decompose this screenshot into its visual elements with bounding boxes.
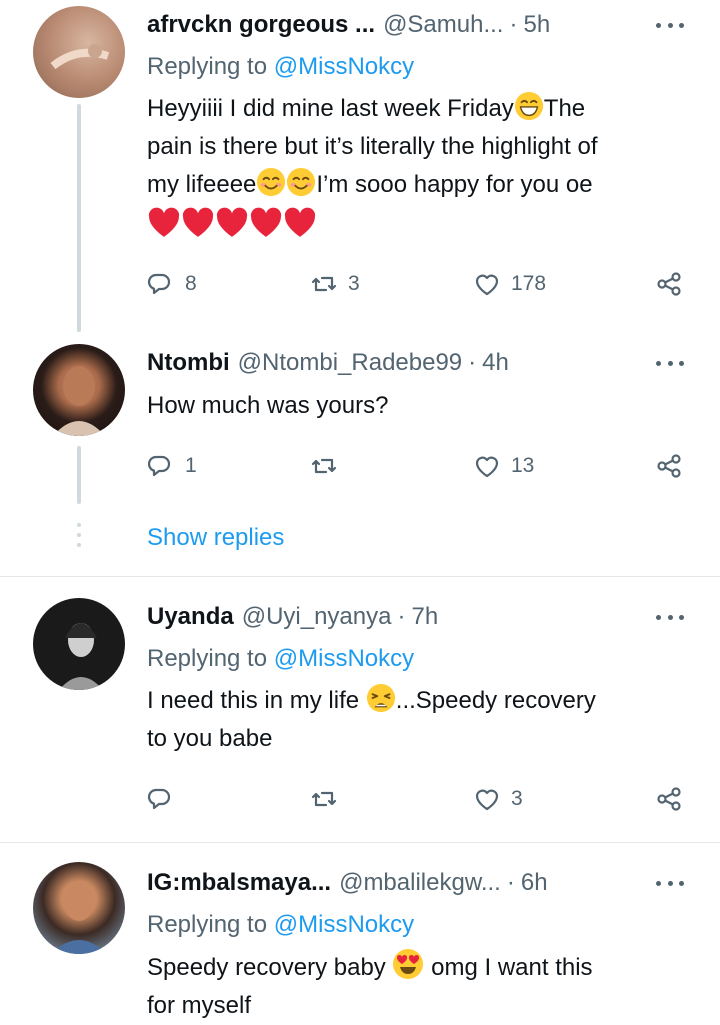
like-button[interactable]: 178 [473,267,546,301]
reply-icon [147,455,171,477]
user-handle[interactable]: @Samuh... [383,11,503,39]
user-handle[interactable]: @mbalilekgw... [339,869,501,897]
show-replies-link[interactable]: Show replies [147,524,284,552]
timestamp[interactable]: 7h [411,603,438,631]
share-button[interactable] [655,449,683,483]
share-button[interactable] [655,267,683,301]
heart-icon [475,456,499,478]
more-icon[interactable] [656,878,684,888]
retweet-count: 3 [348,272,360,295]
more-icon[interactable] [656,612,684,622]
reply-count: 1 [185,454,197,477]
replying-to: Replying to @MissNokcy [147,53,415,80]
tweet-text: Speedy recovery baby omg I want this for… [147,948,692,1025]
reply-icon [147,788,171,810]
divider [0,842,720,843]
user-handle[interactable]: @Ntombi_Radebe99 [238,349,463,377]
replying-to: Replying to @MissNokcy [147,645,415,672]
tweet-header: afrvckn gorgeous ... @Samuh... · 5h [147,11,551,39]
red-heart-emoji [182,207,214,237]
more-icon[interactable] [656,358,684,368]
share-icon [657,454,681,478]
like-button[interactable]: 3 [473,782,523,816]
thread-continuation [77,523,81,553]
grinning-sweat-emoji [513,91,544,121]
tweet-text: How much was yours? [147,392,389,419]
retweet-icon [311,791,337,807]
tweet-header: Uyanda @Uyi_nyanya · 7h [147,603,439,631]
share-button[interactable] [655,782,683,816]
like-count: 13 [511,454,535,477]
tweet-text: Heyyiiii I did mine last week Friday The … [147,90,692,247]
retweet-button[interactable]: 3 [310,267,360,301]
reply-icon [147,273,171,295]
timestamp[interactable]: 4h [482,349,509,377]
heart-icon [475,789,499,811]
display-name[interactable]: IG:mbalsmaya... [147,869,331,897]
heart-icon [475,274,499,296]
like-button[interactable]: 13 [473,449,534,483]
like-count: 178 [511,272,547,295]
timestamp[interactable]: 5h [523,11,550,39]
avatar[interactable] [33,598,125,690]
user-handle[interactable]: @Uyi_nyanya [242,603,392,631]
like-count: 3 [511,787,523,810]
divider [0,576,720,577]
thread-line [77,104,81,332]
reply-button[interactable] [147,782,185,816]
replying-to: Replying to @MissNokcy [147,911,415,938]
tweet-text: I need this in my life ...Speedy recover… [147,682,692,758]
weary-emoji [365,683,396,713]
tweet-actions: 8 3 178 [147,267,687,301]
display-name[interactable]: Ntombi [147,349,230,377]
timestamp[interactable]: 6h [521,869,548,897]
red-heart-emoji [216,207,248,237]
reply-count: 8 [185,272,197,295]
reply-button[interactable]: 8 [147,267,197,301]
share-icon [657,272,681,296]
reply-button[interactable]: 1 [147,449,197,483]
tweet-actions: 3 [147,782,687,816]
share-icon [657,787,681,811]
red-heart-emoji [148,207,180,237]
tweet-header: IG:mbalsmaya... @mbalilekgw... · 6h [147,869,548,897]
smiling-blush-emoji [256,167,287,197]
more-icon[interactable] [656,20,684,30]
retweet-icon [311,458,337,474]
mention-link[interactable]: @MissNokcy [274,911,414,938]
mention-link[interactable]: @MissNokcy [274,645,414,672]
mention-link[interactable]: @MissNokcy [274,53,414,80]
thread-line [77,446,81,504]
display-name[interactable]: Uyanda [147,603,234,631]
avatar[interactable] [33,6,125,98]
smiling-blush-emoji [286,167,317,197]
avatar[interactable] [33,862,125,954]
avatar[interactable] [33,344,125,436]
red-heart-emoji [284,207,316,237]
retweet-button[interactable] [310,782,348,816]
heart-eyes-emoji [393,949,424,979]
tweet-actions: 1 13 [147,449,687,483]
retweet-icon [311,276,337,292]
tweet-header: Ntombi @Ntombi_Radebe99 · 4h [147,349,509,377]
red-heart-emoji [250,207,282,237]
retweet-button[interactable] [310,449,348,483]
display-name[interactable]: afrvckn gorgeous ... [147,11,375,39]
